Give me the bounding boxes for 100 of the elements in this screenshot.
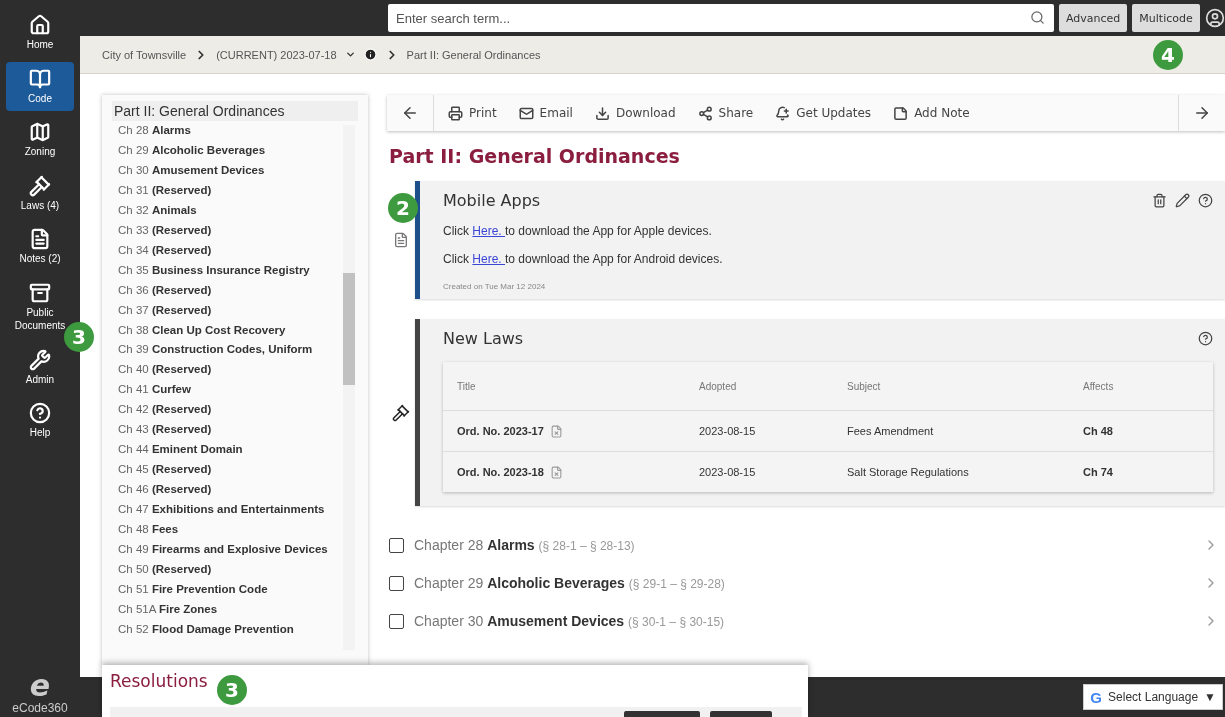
help-icon[interactable] [1198,331,1213,346]
breadcrumb-link[interactable]: (CURRENT) 2023-07-18 [216,48,337,61]
panel-title: Resolutions [110,671,208,691]
toc-item[interactable]: Ch 45 (Reserved) [118,460,368,481]
toc-item[interactable]: Ch 51 Fire Prevention Code [118,579,368,600]
callout-badge: 2 [388,193,418,223]
chapter-link[interactable]: Chapter 30 Amusement Devices (§ 30-1 – § 30-15) [414,613,1193,629]
toc-item[interactable]: Ch 46 (Reserved) [118,480,368,501]
created-date: Created on Tue Mar 12 2024 [443,282,547,291]
top-button[interactable]: Advanced [1059,4,1128,32]
trash-icon[interactable] [1152,193,1167,208]
gavel-icon [392,403,410,422]
toolbar-button[interactable]: Add Note [893,105,970,121]
card-title: Mobile Apps [443,191,541,210]
toc-item[interactable]: Ch 32 Animals [118,200,368,221]
scrollbar[interactable] [343,125,355,650]
link[interactable]: Here. [472,252,506,266]
mail-icon [518,105,534,121]
toc-item[interactable]: Ch 36 (Reserved) [118,280,368,301]
table-cell-text: 2023-08-15 [699,425,757,437]
book-icon [29,67,51,90]
user-icon[interactable] [1204,8,1225,28]
help-icon[interactable] [1198,193,1213,208]
page-title: Part II: General Ordinances [389,145,681,167]
toc-item[interactable]: Ch 38 Clean Up Cost Recovery [118,320,368,341]
search-field[interactable]: Enter search term... [388,4,1054,32]
column-header: Subject [847,380,882,392]
callout-badge: 3 [64,322,94,352]
toc-item[interactable]: Ch 51A Fire Zones [118,599,368,620]
toc-item[interactable]: Ch 47 Exhibitions and Entertainments [118,500,368,521]
share-icon [697,105,713,121]
table-cell-text: Fees Amendment [847,425,935,437]
callout-badge: 3 [217,675,247,705]
paragraph: Click Here. to download the App for Android devices. [443,252,724,266]
nav-item[interactable]: Code [6,61,74,111]
breadcrumb-link[interactable]: Part II: General Ordinances [406,48,541,61]
toolbar-button[interactable]: Print [448,105,497,121]
toc-item[interactable]: Ch 34 (Reserved) [118,240,368,261]
info-icon[interactable] [363,48,377,61]
callout-badge: 4 [1153,40,1183,70]
toc-item[interactable]: Ch 41 Curfew [118,380,368,401]
note-icon[interactable] [393,232,409,248]
breadcrumb-link[interactable]: City of Townsville [102,48,187,61]
pdf-file-icon[interactable] [549,465,563,479]
toc-item[interactable]: Ch 42 (Reserved) [118,400,368,421]
column-header: Adopted [699,380,738,392]
search-icon[interactable] [1030,10,1045,25]
arrow-right-icon [1193,104,1211,122]
toc-item[interactable]: Ch 37 (Reserved) [118,300,368,321]
toc-item[interactable]: Ch 28 Alarms [118,121,368,141]
toc-item[interactable]: Ch 52 Flood Damage Prevention [118,619,368,640]
caret-icon[interactable] [344,49,356,60]
logo-mark: e [29,671,51,701]
archive-box-icon [29,281,51,304]
note-icon [893,105,909,121]
help-icon [29,402,51,424]
checkbox[interactable] [389,575,404,591]
toolbar-button[interactable]: Share [697,105,754,121]
pencil-icon[interactable] [1175,193,1190,208]
checkbox[interactable] [389,537,404,553]
map-icon [29,121,51,143]
home-icon [29,14,51,36]
table-cell-text: 2023-08-15 [699,466,757,478]
chapter-link[interactable]: Chapter 29 Alcoholic Beverages (§ 29-1 – § 29-28) [414,575,1193,591]
nav-item[interactable]: Notes (2) [6,222,74,272]
table-cell[interactable]: Ord. No. 2023-18 [457,466,544,478]
chapter-link[interactable]: Chapter 28 Alarms (§ 28-1 – § 28-13) [414,537,1193,553]
document-icon [29,228,51,250]
toolbar-button[interactable]: Download [594,105,676,121]
toolbar-button[interactable]: Email [518,105,573,121]
card-title: New Laws [443,329,524,348]
toc-item[interactable]: Ch 48 Fees [118,520,368,540]
toc-item[interactable]: Ch 29 Alcoholic Beverages [118,140,368,161]
toc-item[interactable]: Ch 49 Firearms and Explosive Devices [118,540,368,560]
nav-item[interactable]: Zoning [6,115,74,165]
toc-item[interactable]: Ch 50 (Reserved) [118,559,368,580]
nav-item[interactable]: Laws (4) [6,168,74,218]
table-cell[interactable]: Ord. No. 2023-17 [457,425,544,437]
toc-item[interactable]: Ch 31 (Reserved) [118,180,368,201]
toc-item[interactable]: Ch 40 (Reserved) [118,360,368,381]
wrench-icon [29,348,51,371]
toc-item[interactable]: Ch 44 Eminent Domain [118,440,368,461]
gavel-icon [29,174,51,197]
toc-item[interactable]: Ch 39 Construction Codes, Uniform [118,340,368,361]
column-header: Title [457,380,477,392]
toc-item[interactable]: Ch 33 (Reserved) [118,220,368,241]
toc-item[interactable]: Ch 43 (Reserved) [118,420,368,441]
column-header: Affects [1083,380,1115,392]
toc-item[interactable]: Ch 35 Business Insurance Registry [118,260,368,281]
toc-item[interactable]: Ch 30 Amusement Devices [118,160,368,181]
toolbar-button[interactable]: Get Updates [775,105,872,121]
language-select[interactable]: G Select Language ▼ [1083,684,1223,710]
nav-item[interactable]: Home [6,8,74,58]
printer-icon [448,105,463,121]
pdf-file-icon[interactable] [549,424,563,438]
checkbox[interactable] [389,613,404,629]
toc-title: Part II: General Ordinances [114,103,285,119]
link[interactable]: Here. [472,224,506,238]
nav-item[interactable]: Help [6,396,74,446]
top-button[interactable]: Multicode [1132,4,1200,32]
